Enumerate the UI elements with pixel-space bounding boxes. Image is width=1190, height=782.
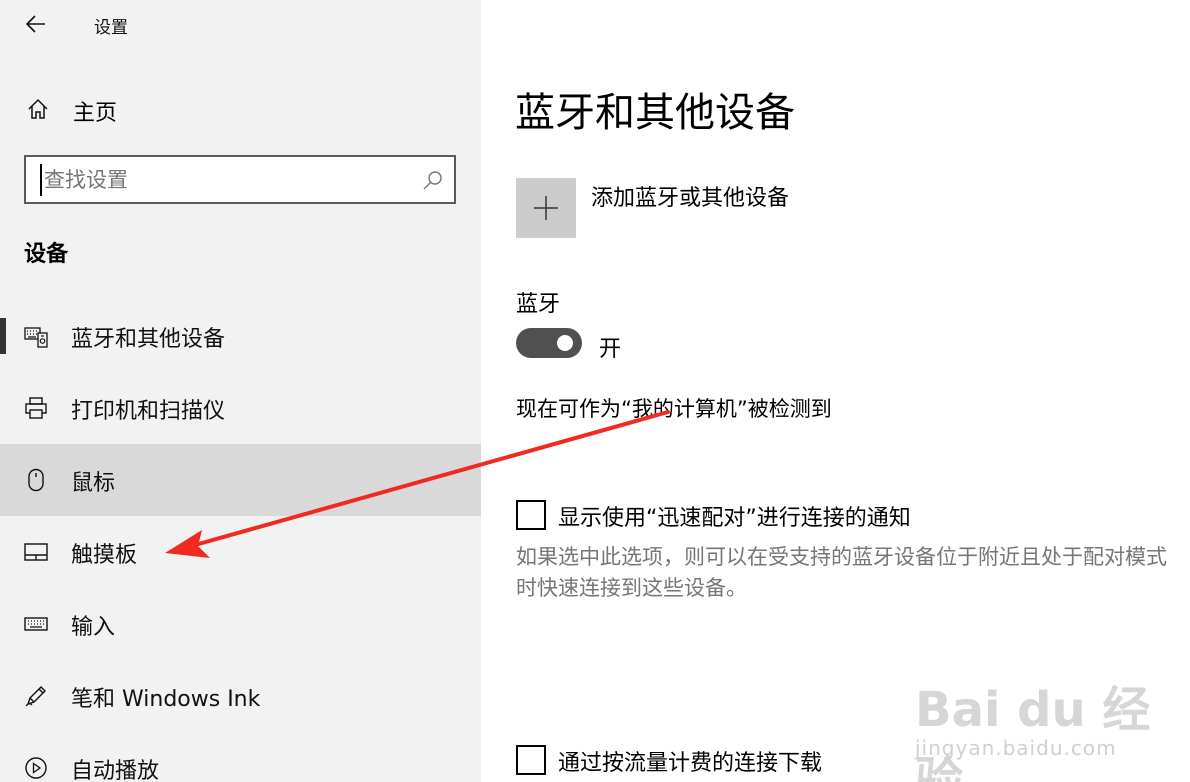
plus-icon — [534, 196, 558, 220]
printer-icon — [25, 397, 47, 419]
search-box — [24, 155, 456, 204]
pen-icon — [25, 686, 46, 707]
bluetooth-toggle[interactable] — [516, 328, 582, 358]
back-arrow-icon — [26, 15, 45, 33]
home-icon — [28, 98, 48, 119]
sidebar-item-label: 触摸板 — [71, 543, 138, 568]
sidebar-item-label: 笔和 Windows Ink — [71, 687, 261, 712]
sidebar-item-label: 输入 — [71, 615, 116, 640]
sidebar-item-touchpad[interactable]: 触摸板 — [0, 516, 481, 588]
metered-label[interactable]: 通过按流量计费的连接下载 — [558, 745, 822, 777]
keyboard-icon — [24, 617, 48, 631]
sidebar: 设置 主页 设备 蓝牙和其他设备 打印机和扫描仪 — [0, 0, 481, 782]
add-device-label[interactable]: 添加蓝牙或其他设备 — [591, 180, 789, 212]
touchpad-icon — [24, 543, 48, 561]
watermark-url: jingyan.baidu.com — [915, 736, 1117, 760]
autoplay-icon — [25, 757, 47, 779]
add-device-button[interactable] — [516, 178, 576, 238]
sidebar-item-home[interactable]: 主页 — [0, 85, 481, 133]
search-icon[interactable] — [422, 169, 444, 191]
section-title: 设备 — [24, 242, 69, 267]
page-title: 蓝牙和其他设备 — [515, 90, 795, 136]
bluetooth-state-text: 开 — [599, 337, 622, 362]
swift-pair-checkbox[interactable] — [516, 500, 546, 530]
sidebar-item-label: 自动播放 — [71, 759, 160, 782]
discoverable-text: 现在可作为“我的计算机”被检测到 — [516, 397, 832, 421]
app-title: 设置 — [94, 18, 128, 38]
sidebar-item-bluetooth[interactable]: 蓝牙和其他设备 — [0, 300, 481, 372]
sidebar-item-label: 蓝牙和其他设备 — [71, 327, 226, 352]
sidebar-item-label: 鼠标 — [71, 471, 116, 496]
search-input[interactable] — [40, 164, 410, 196]
toggle-knob — [557, 335, 573, 351]
metered-checkbox[interactable] — [516, 745, 546, 775]
sidebar-item-label: 打印机和扫描仪 — [71, 399, 226, 424]
bluetooth-label: 蓝牙 — [516, 292, 561, 317]
title-bar: 设置 — [0, 0, 481, 50]
selection-indicator — [0, 318, 6, 354]
sidebar-item-typing[interactable]: 输入 — [0, 588, 481, 660]
swift-pair-description: 如果选中此选项，则可以在受支持的蓝牙设备位于附近且处于配对模式时快速连接到这些设… — [516, 545, 1167, 600]
watermark: Bai du 经验 jingyan.baidu.com — [905, 650, 1185, 782]
sidebar-item-autoplay[interactable]: 自动播放 — [0, 732, 481, 782]
swift-pair-label[interactable]: 显示使用“迅速配对”进行连接的通知 — [558, 500, 911, 532]
bluetooth-devices-icon — [24, 327, 48, 348]
sidebar-item-label: 主页 — [73, 101, 118, 126]
sidebar-item-mouse[interactable]: 鼠标 — [0, 444, 481, 516]
sidebar-item-printers[interactable]: 打印机和扫描仪 — [0, 372, 481, 444]
sidebar-item-pen[interactable]: 笔和 Windows Ink — [0, 660, 481, 732]
mouse-icon — [28, 468, 44, 492]
back-button[interactable] — [20, 8, 52, 40]
watermark-logo: Bai du 经验 — [915, 682, 1151, 782]
